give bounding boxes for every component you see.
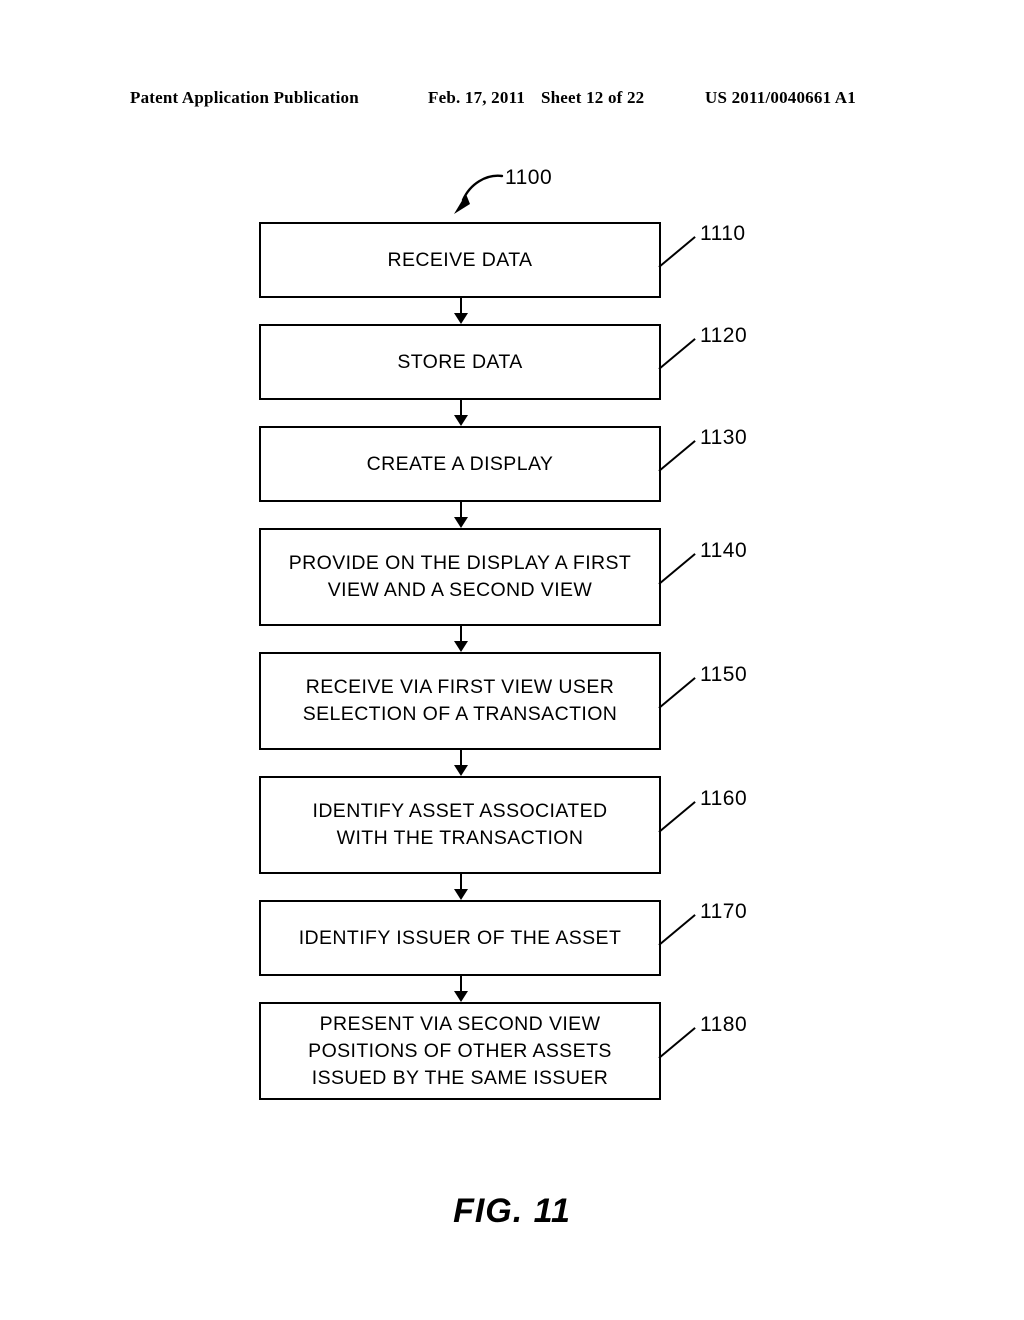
reference-number-1150: 1150 xyxy=(700,663,748,686)
flowchart-step-1110: RECEIVE DATA xyxy=(259,222,661,298)
flowchart-step-1170: IDENTIFY ISSUER OF THE ASSET xyxy=(259,900,661,976)
reference-leader-line-1120 xyxy=(658,338,696,370)
reference-number-1180: 1180 xyxy=(700,1013,748,1036)
flowchart-connector-arrow xyxy=(454,874,468,900)
reference-leader-line-1160 xyxy=(658,801,696,833)
reference-number-1130: 1130 xyxy=(700,426,748,449)
flowchart-connector-arrow xyxy=(454,626,468,652)
flowchart-step-label: RECEIVE VIA FIRST VIEW USER SELECTION OF… xyxy=(302,676,618,725)
flowchart-step-label: IDENTIFY ASSET ASSOCIATED WITH THE TRANS… xyxy=(312,800,608,849)
flowchart-step-label: STORE DATA xyxy=(397,350,523,373)
flowchart-connector-arrow xyxy=(454,502,468,528)
figure-caption: FIG. 11 xyxy=(453,1192,571,1230)
reference-number-1140: 1140 xyxy=(700,539,748,562)
reference-leader-line-1110 xyxy=(658,236,696,268)
reference-number-1170: 1170 xyxy=(700,900,748,923)
reference-number-1120: 1120 xyxy=(700,324,748,347)
flowchart-step-1150: RECEIVE VIA FIRST VIEW USER SELECTION OF… xyxy=(259,652,661,750)
flowchart-step-label: RECEIVE DATA xyxy=(387,248,533,271)
flowchart-connector-arrow xyxy=(454,750,468,776)
flowchart-1100: 1100 RECEIVE DATA 1110 STORE DATA 1120 CREAT… xyxy=(0,0,1024,1320)
flowchart-connector-arrow xyxy=(454,400,468,426)
flowchart-step-1120: STORE DATA xyxy=(259,324,661,400)
reference-leader-line-1150 xyxy=(658,677,696,709)
reference-leader-line-1130 xyxy=(658,440,696,472)
reference-leader-line-1170 xyxy=(658,914,696,946)
flowchart-connector-arrow xyxy=(454,976,468,1002)
reference-number-1160: 1160 xyxy=(700,787,748,810)
patent-drawing-page: Patent Application Publication Feb. 17, … xyxy=(0,0,1024,1320)
flowchart-step-1140: PROVIDE ON THE DISPLAY A FIRST VIEW AND … xyxy=(259,528,661,626)
flowchart-step-1130: CREATE A DISPLAY xyxy=(259,426,661,502)
reference-number-1110: 1110 xyxy=(700,222,746,245)
reference-leader-line-1140 xyxy=(658,553,696,585)
flowchart-connector-arrow xyxy=(454,298,468,324)
flowchart-step-label: PROVIDE ON THE DISPLAY A FIRST VIEW AND … xyxy=(288,552,632,601)
reference-leader-line-1180 xyxy=(658,1027,696,1059)
flowchart-step-1180: PRESENT VIA SECOND VIEW POSITIONS OF OTH… xyxy=(259,1002,661,1100)
diagram-reference-1100-label: 1100 xyxy=(505,166,553,189)
flowchart-step-label: CREATE A DISPLAY xyxy=(366,452,554,475)
flowchart-step-label: PRESENT VIA SECOND VIEW POSITIONS OF OTH… xyxy=(308,1012,612,1089)
flowchart-step-label: IDENTIFY ISSUER OF THE ASSET xyxy=(298,926,622,949)
flowchart-step-1160: IDENTIFY ASSET ASSOCIATED WITH THE TRANS… xyxy=(259,776,661,874)
